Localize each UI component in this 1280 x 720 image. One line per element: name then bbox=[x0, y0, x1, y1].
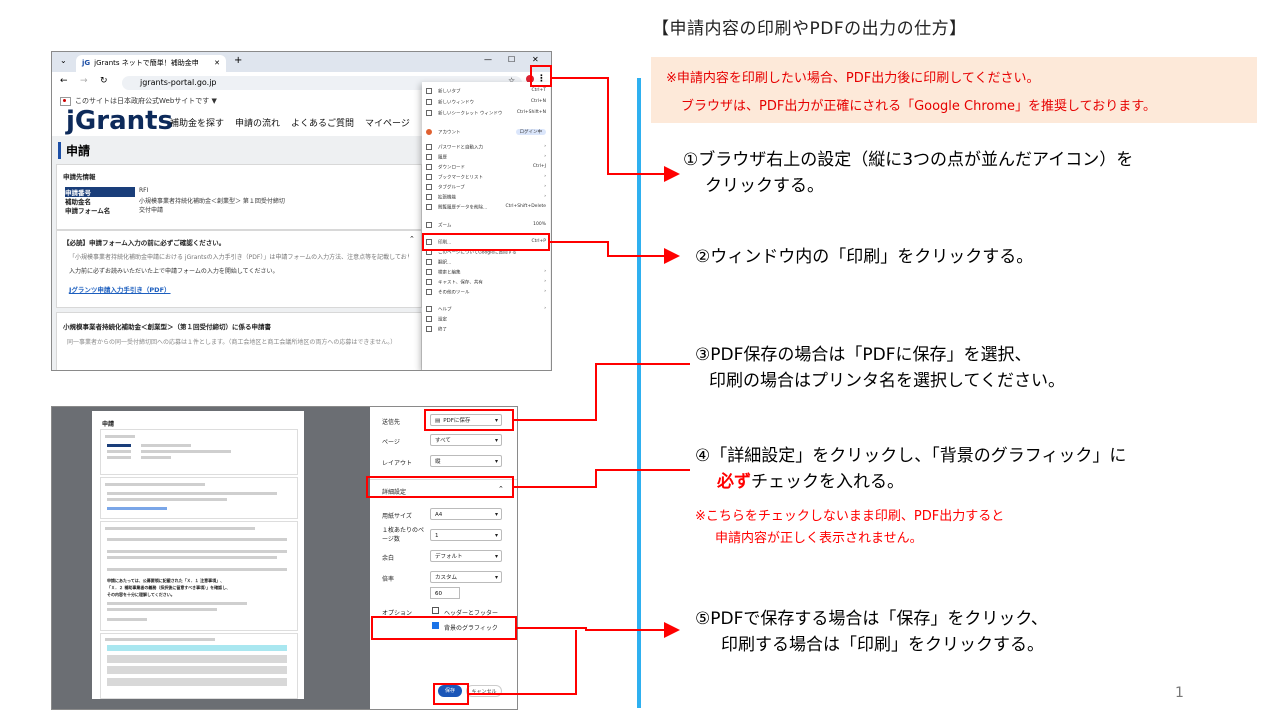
arrow-step-5 bbox=[517, 622, 680, 638]
arrow-step-1 bbox=[552, 77, 680, 182]
arrow-save bbox=[469, 630, 577, 695]
connector-arrows bbox=[469, 77, 690, 695]
arrow-step-3 bbox=[514, 363, 690, 421]
arrow-step-2 bbox=[550, 241, 680, 264]
arrow-step-4 bbox=[514, 469, 690, 488]
